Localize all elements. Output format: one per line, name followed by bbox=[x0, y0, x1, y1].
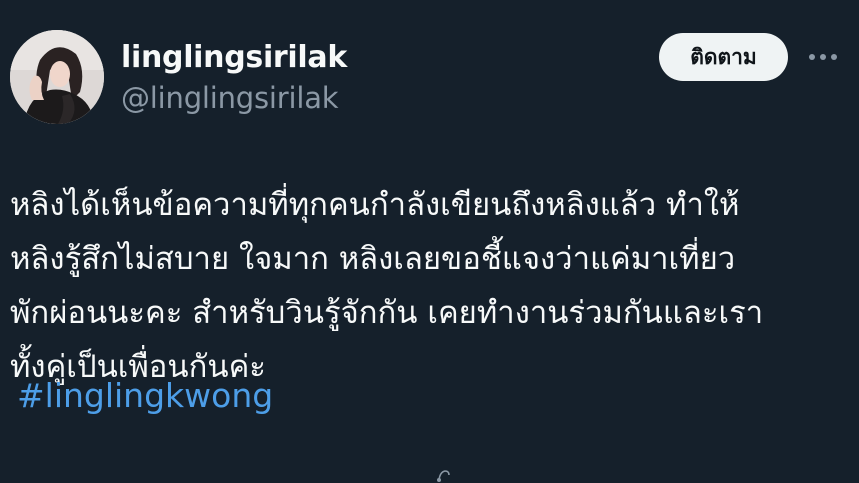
post-text-line: หลิงรู้สึกไม่สบาย ใจมาก หลิงเลยขอชี้แจงว… bbox=[10, 241, 736, 277]
post-text-line: พักผ่อนนะคะ สำหรับวินรู้จักกัน เคยทำงานร… bbox=[10, 295, 764, 331]
author-handle[interactable]: @linglingsirilak bbox=[121, 81, 339, 115]
follow-button[interactable]: ติดตาม bbox=[659, 33, 788, 81]
avatar-photo bbox=[10, 30, 104, 124]
hashtag-link[interactable]: #linglingkwong bbox=[17, 376, 273, 415]
post-text: หลิงได้เห็นข้อความที่ทุกคนกำลังเขียนถึงห… bbox=[10, 178, 850, 394]
avatar[interactable] bbox=[10, 30, 104, 124]
cropped-glyph bbox=[436, 466, 452, 483]
post-text-line: หลิงได้เห็นข้อความที่ทุกคนกำลังเขียนถึงห… bbox=[10, 187, 740, 223]
author-display-name[interactable]: linglingsirilak bbox=[121, 40, 347, 75]
post-card: linglingsirilak @linglingsirilak ติดตาม … bbox=[0, 0, 859, 483]
more-horizontal-icon[interactable] bbox=[806, 44, 840, 70]
